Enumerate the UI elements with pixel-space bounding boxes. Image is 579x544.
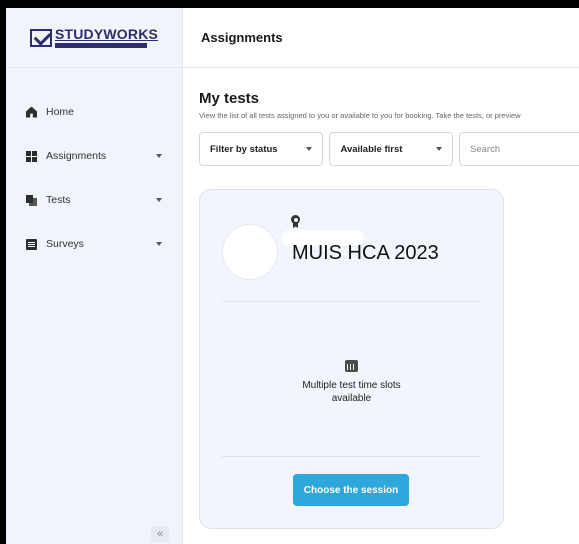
search-input[interactable] [459, 132, 579, 166]
test-avatar [222, 224, 278, 280]
app-window: STUDYWORKS Home Assignments Tests Survey… [6, 8, 579, 544]
card-divider [222, 301, 481, 302]
sidebar-item-surveys[interactable]: Surveys [6, 222, 182, 266]
tests-icon [26, 194, 37, 206]
studyworks-logo[interactable]: STUDYWORKS [29, 26, 159, 48]
test-card: MUIS HCA 2023 Multiple test time slots a… [199, 189, 504, 529]
chevron-down-icon [436, 147, 442, 151]
sidebar-item-home[interactable]: Home [6, 90, 182, 134]
surveys-icon [26, 238, 37, 250]
logo-area: STUDYWORKS [6, 8, 182, 68]
filter-bar: Filter by status Available first [199, 132, 579, 166]
assignments-icon [26, 150, 37, 162]
sidebar-item-label: Tests [46, 194, 71, 206]
status-filter-value: Filter by status [210, 143, 278, 155]
award-icon [291, 215, 300, 228]
top-bar: Assignments [183, 8, 579, 68]
collapse-sidebar-button[interactable]: « [151, 526, 169, 542]
section-description: View the list of all tests assigned to y… [199, 111, 521, 120]
chevron-down-icon [156, 198, 162, 202]
sidebar: STUDYWORKS Home Assignments Tests Survey… [6, 8, 183, 544]
time-slots-text: Multiple test time slots available [302, 380, 401, 404]
chevron-down-icon [156, 154, 162, 158]
logo-title: STUDYWORKS [54, 26, 159, 42]
sort-value: Available first [340, 143, 403, 155]
home-icon [26, 106, 37, 118]
sidebar-nav: Home Assignments Tests Surveys [6, 68, 182, 266]
main-content: My tests View the list of all tests assi… [183, 68, 579, 544]
sidebar-item-assignments[interactable]: Assignments [6, 134, 182, 178]
card-divider [222, 456, 481, 457]
checkbox-logo-icon [29, 28, 52, 47]
choose-session-button[interactable]: Choose the session [293, 474, 409, 506]
calendar-icon [345, 360, 358, 372]
sidebar-item-label: Surveys [46, 238, 84, 250]
sidebar-item-tests[interactable]: Tests [6, 178, 182, 222]
chevron-down-icon [306, 147, 313, 151]
logo-tagline-bar [54, 43, 147, 48]
test-title: MUIS HCA 2023 [292, 242, 439, 264]
chevron-down-icon [156, 242, 162, 246]
sidebar-item-label: Home [46, 106, 75, 118]
status-filter-select[interactable]: Filter by status [199, 132, 324, 166]
section-heading: My tests [199, 90, 260, 107]
sidebar-item-label: Assignments [46, 150, 107, 162]
sort-select[interactable]: Available first [329, 132, 453, 166]
page-title: Assignments [201, 30, 283, 45]
